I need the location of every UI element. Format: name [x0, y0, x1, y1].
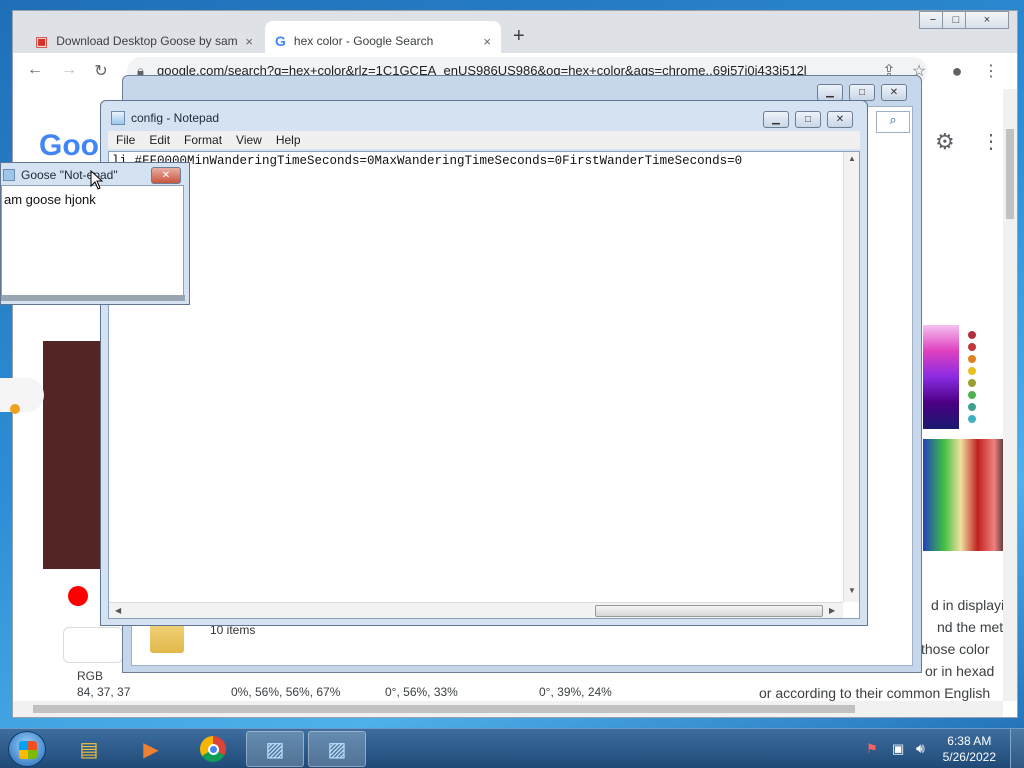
- scroll-up-icon[interactable]: ▲: [848, 154, 856, 163]
- notepad-minimize-button[interactable]: ▁: [763, 111, 789, 128]
- back-icon[interactable]: ←: [23, 61, 47, 79]
- google-favicon-icon: G: [275, 33, 286, 49]
- apps-menu-icon[interactable]: ⋮: [981, 129, 1001, 154]
- goose-note-scrollbar[interactable]: [1, 295, 185, 301]
- notepad-app-icon: [111, 111, 125, 125]
- taskbar-explorer[interactable]: ▤: [60, 731, 118, 767]
- search-icon[interactable]: ⌕: [876, 111, 910, 133]
- notepad-maximize-button[interactable]: □: [795, 111, 821, 128]
- goose-note-text: am goose hjonk: [4, 192, 96, 207]
- profile-avatar-icon[interactable]: ●: [945, 61, 969, 82]
- color-list-thumbnail[interactable]: [963, 325, 1007, 429]
- forward-icon[interactable]: →: [57, 61, 81, 79]
- rgb-value: 84, 37, 37: [77, 685, 131, 699]
- goose-note-app-icon: [3, 169, 15, 181]
- notepad-hscroll-thumb[interactable]: [595, 605, 823, 617]
- hsv-value: 0°, 56%, 33%: [385, 685, 458, 699]
- scroll-left-icon[interactable]: ◀: [115, 606, 121, 615]
- taskbar-notepad-1[interactable]: ▨: [246, 731, 304, 767]
- media-player-icon: ▶: [143, 738, 159, 761]
- notepad-horizontal-scrollbar[interactable]: ◀ ▶: [109, 602, 843, 618]
- notepad-menubar: File Edit Format View Help: [108, 131, 860, 149]
- explorer-close-button[interactable]: ✕: [881, 84, 907, 101]
- goose-note-body[interactable]: am goose hjonk: [1, 185, 184, 297]
- notepad-close-button[interactable]: ✕: [827, 111, 853, 128]
- tab-close-icon[interactable]: ×: [245, 34, 253, 49]
- menu-file[interactable]: File: [116, 133, 135, 147]
- tab-favicon-icon: ▣: [35, 32, 49, 49]
- goose-foot-icon: [10, 404, 20, 414]
- notepad-icon: ▨: [327, 738, 347, 761]
- hsl-value: 0°, 39%, 24%: [539, 685, 612, 699]
- reload-icon[interactable]: ↻: [89, 61, 113, 81]
- volume-icon[interactable]: 🔊︎: [916, 740, 925, 757]
- color-chart-thumbnail[interactable]: [923, 325, 959, 429]
- hex-input-box[interactable]: [63, 627, 123, 663]
- color-palette-thumbnail[interactable]: [923, 439, 1007, 551]
- menu-edit[interactable]: Edit: [149, 133, 170, 147]
- new-tab-button[interactable]: +: [513, 25, 525, 48]
- snippet-line: or in hexad: [925, 663, 995, 679]
- notepad-text: li #FF0000MinWanderingTimeSeconds=0MaxWa…: [112, 154, 743, 168]
- page-vertical-scrollbar[interactable]: [1003, 89, 1017, 701]
- goose-pet[interactable]: [0, 378, 44, 414]
- snippet-line: d in displayi: [931, 597, 1005, 613]
- color-slider-handle[interactable]: [68, 586, 88, 606]
- taskbar-media-player[interactable]: ▶: [122, 731, 180, 767]
- notepad-title: config - Notepad: [131, 111, 220, 125]
- start-button[interactable]: [8, 731, 46, 767]
- chrome-menu-icon[interactable]: ⋮: [979, 61, 1003, 81]
- notepad-vertical-scrollbar[interactable]: ▲ ▼: [843, 152, 859, 602]
- folder-icon: ▤: [79, 738, 99, 761]
- cmyk-value: 0%, 56%, 56%, 67%: [231, 685, 341, 699]
- taskbar-chrome[interactable]: [184, 731, 242, 767]
- clock-time: 6:38 AM: [947, 734, 992, 748]
- snippet-line: or according to their common English: [759, 685, 991, 701]
- notepad-text-area[interactable]: li #FF0000MinWanderingTimeSeconds=0MaxWa…: [108, 151, 860, 619]
- page-hscroll-thumb[interactable]: [33, 705, 855, 713]
- settings-gear-icon[interactable]: ⚙: [935, 129, 955, 155]
- explorer-maximize-button[interactable]: □: [849, 84, 875, 101]
- page-horizontal-scrollbar[interactable]: [13, 701, 1003, 717]
- page-scroll-thumb[interactable]: [1006, 129, 1014, 219]
- goose-note-close-button[interactable]: ✕: [151, 167, 181, 184]
- notepad-window: config - Notepad ▁ □ ✕ File Edit Format …: [100, 100, 868, 626]
- snippet-line: those color: [921, 641, 990, 657]
- scroll-down-icon[interactable]: ▼: [848, 586, 856, 595]
- rgb-label: RGB: [77, 669, 104, 683]
- tab-close-icon[interactable]: ×: [483, 34, 491, 49]
- clock-date: 5/26/2022: [942, 750, 996, 764]
- notepad-icon: ▨: [265, 738, 285, 761]
- snippet-line: nd the meth: [937, 619, 1011, 635]
- mouse-cursor-icon: [90, 169, 104, 193]
- taskbar-clock[interactable]: 6:38 AM 5/26/2022: [943, 733, 996, 765]
- menu-format[interactable]: Format: [184, 133, 222, 147]
- menu-help[interactable]: Help: [276, 133, 301, 147]
- chrome-close-button[interactable]: ×: [965, 11, 1009, 29]
- scroll-right-icon[interactable]: ▶: [829, 606, 835, 615]
- taskbar: ▤ ▶ ▨ ▨ ⚑ ▣ 🔊︎ 6:38 AM 5/26/2022: [0, 728, 1024, 768]
- network-icon[interactable]: ▣: [892, 741, 904, 757]
- action-center-icon[interactable]: ⚑: [866, 741, 878, 757]
- show-desktop-button[interactable]: [1010, 729, 1024, 768]
- menu-view[interactable]: View: [236, 133, 262, 147]
- explorer-minimize-button[interactable]: ▁: [817, 84, 843, 101]
- chrome-icon: [200, 736, 226, 762]
- windows-logo-icon: [19, 741, 37, 759]
- color-swatch: [43, 341, 101, 569]
- tab-title: hex color - Google Search: [293, 34, 434, 48]
- taskbar-notepad-2[interactable]: ▨: [308, 731, 366, 767]
- tab-title: Download Desktop Goose by sam: [56, 34, 238, 48]
